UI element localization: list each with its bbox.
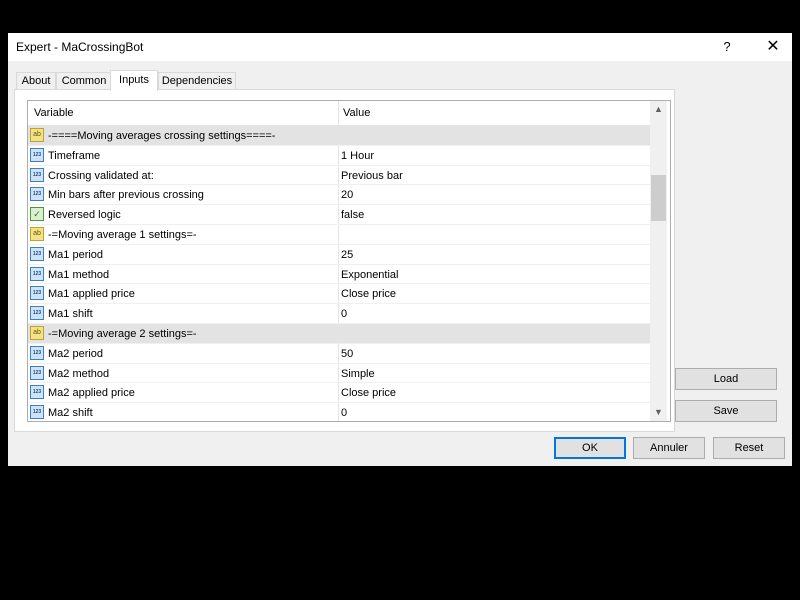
grid-row[interactable]: 123 Ma2 period 50 <box>28 343 650 364</box>
variable-value[interactable]: Previous bar <box>341 170 403 182</box>
scroll-down-icon[interactable]: ▼ <box>650 404 667 421</box>
window-title: Expert - MaCrossingBot <box>16 40 144 54</box>
variable-value[interactable]: 20 <box>341 189 353 201</box>
123-icon: 123 <box>30 246 44 261</box>
variable-name: Ma1 method <box>48 268 110 281</box>
inputs-panel: Variable Value ab -====Moving averages cr… <box>14 89 675 432</box>
grid-row[interactable]: 123 Ma1 shift 0 <box>28 304 650 324</box>
help-button[interactable]: ? <box>708 33 746 61</box>
tab-common[interactable]: Common <box>56 72 112 90</box>
123-icon: 123 <box>30 187 44 202</box>
variable-name: Reversed logic <box>48 209 121 222</box>
reset-button[interactable]: Reset <box>713 437 785 459</box>
variable-value[interactable]: Exponential <box>341 269 399 281</box>
variable-name: Ma2 applied price <box>48 387 135 400</box>
ab-icon: ab <box>30 226 44 241</box>
cell-divider <box>338 224 339 244</box>
grid-row[interactable]: 123 Ma2 shift 0 <box>28 403 650 421</box>
grid-row[interactable]: ab -=Moving average 1 settings=- <box>28 224 650 245</box>
cell-divider <box>338 205 339 224</box>
grid-row[interactable]: 123 Ma1 period 25 <box>28 244 650 265</box>
variable-value[interactable]: 0 <box>341 407 347 419</box>
column-header-variable[interactable]: Variable <box>34 107 74 119</box>
cell-divider <box>338 383 339 403</box>
cell-divider <box>338 165 339 185</box>
123-icon: 123 <box>30 405 44 420</box>
variable-name: -=Moving average 2 settings=- <box>48 327 197 340</box>
cell-divider <box>338 244 339 264</box>
variable-value[interactable]: 50 <box>341 348 353 360</box>
variable-name: Ma2 shift <box>48 407 93 420</box>
ok-button[interactable]: OK <box>554 437 626 459</box>
tab-about[interactable]: About <box>16 72 56 90</box>
expert-dialog: Expert - MaCrossingBot ? ✕ About Common … <box>8 33 792 466</box>
variable-name: -====Moving averages crossing settings==… <box>48 130 276 142</box>
variable-value[interactable]: 0 <box>341 308 347 320</box>
123-icon: 123 <box>30 385 44 400</box>
variable-name: Ma1 applied price <box>48 288 135 301</box>
cancel-button[interactable]: Annuler <box>633 437 705 459</box>
variable-value[interactable]: 25 <box>341 249 353 261</box>
scroll-up-icon[interactable]: ▲ <box>650 101 667 118</box>
variable-value[interactable]: Close price <box>341 288 396 300</box>
cell-divider <box>338 343 339 363</box>
tab-inputs[interactable]: Inputs <box>110 70 158 91</box>
load-button[interactable]: Load <box>675 368 777 390</box>
grid-rows: ab -====Moving averages crossing settings… <box>28 126 650 421</box>
grid-row[interactable]: 123 Min bars after previous crossing 20 <box>28 185 650 206</box>
123-icon: 123 <box>30 147 44 162</box>
variable-name: Ma1 period <box>48 248 104 261</box>
grid-row[interactable]: 123 Timeframe 1 Hour <box>28 145 650 166</box>
load-button-label: Load <box>713 373 739 385</box>
cell-divider <box>338 126 339 145</box>
cell-divider <box>338 185 339 205</box>
bool-icon: ✓ <box>30 207 44 222</box>
grid-row[interactable]: ✓ Reversed logic false <box>28 205 650 225</box>
123-icon: 123 <box>30 167 44 182</box>
cell-divider <box>338 304 339 323</box>
123-icon: 123 <box>30 266 44 281</box>
grid-row[interactable]: 123 Ma1 method Exponential <box>28 264 650 285</box>
variable-name: Min bars after previous crossing <box>48 189 204 202</box>
grid-row[interactable]: 123 Ma1 applied price Close price <box>28 284 650 305</box>
123-icon: 123 <box>30 306 44 321</box>
ab-icon: ab <box>30 128 44 142</box>
grid-row[interactable]: 123 Ma2 applied price Close price <box>28 383 650 404</box>
column-divider[interactable] <box>338 101 339 125</box>
123-icon: 123 <box>30 286 44 301</box>
save-button-label: Save <box>713 405 739 417</box>
variable-name: Ma2 period <box>48 347 104 360</box>
cell-divider <box>338 323 339 343</box>
grid-header: Variable Value <box>28 101 650 126</box>
cell-divider <box>338 284 339 304</box>
close-button[interactable]: ✕ <box>754 33 792 61</box>
grid-row[interactable]: 123 Ma2 method Simple <box>28 363 650 384</box>
scrollbar-thumb[interactable] <box>651 175 666 221</box>
variable-value[interactable]: 1 Hour <box>341 150 374 162</box>
cell-divider <box>338 403 339 421</box>
variable-name: Ma2 method <box>48 367 110 380</box>
tab-dependencies[interactable]: Dependencies <box>158 72 236 90</box>
cell-divider <box>338 145 339 165</box>
variable-name: -=Moving average 1 settings=- <box>48 228 197 241</box>
cell-divider <box>338 264 339 284</box>
variable-value[interactable]: Simple <box>341 368 375 380</box>
variable-name: Crossing validated at: <box>48 169 154 182</box>
vertical-scrollbar[interactable]: ▲ ▼ <box>650 101 667 421</box>
cell-divider <box>338 363 339 383</box>
inputs-grid: Variable Value ab -====Moving averages cr… <box>27 100 671 422</box>
save-button[interactable]: Save <box>675 400 777 422</box>
variable-name: Ma1 shift <box>48 308 93 321</box>
column-header-value[interactable]: Value <box>343 107 370 119</box>
ab-icon: ab <box>30 325 44 340</box>
variable-value[interactable]: Close price <box>341 387 396 399</box>
123-icon: 123 <box>30 345 44 360</box>
variable-value[interactable]: false <box>341 209 364 221</box>
grid-row[interactable]: ab -=Moving average 2 settings=- <box>28 323 650 344</box>
variable-name: Timeframe <box>48 149 101 162</box>
grid-row[interactable]: 123 Crossing validated at: Previous bar <box>28 165 650 186</box>
title-bar: Expert - MaCrossingBot ? ✕ <box>8 33 792 61</box>
123-icon: 123 <box>30 365 44 380</box>
grid-row[interactable]: ab -====Moving averages crossing settings… <box>28 126 650 146</box>
